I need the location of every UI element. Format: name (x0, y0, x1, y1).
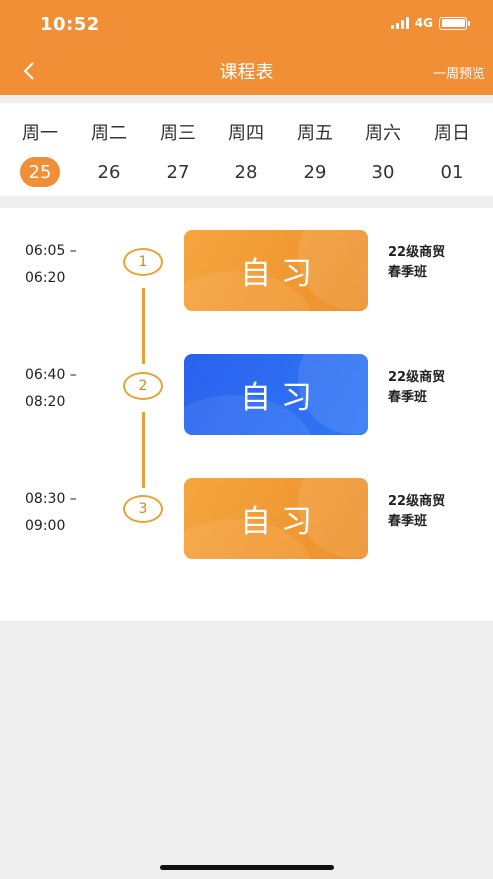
end-time: 09:00 (25, 518, 66, 534)
week-preview-link[interactable]: 一周预览 (433, 63, 485, 82)
date-label: 01 (440, 161, 464, 183)
class-name-line: 春季班 (388, 514, 428, 529)
date-label: 29 (303, 161, 327, 183)
timeline-connector (142, 412, 145, 488)
day-tab[interactable]: 周四 28 (216, 103, 276, 196)
battery-icon (439, 16, 470, 30)
date-label: 27 (166, 161, 190, 183)
weekday-label: 周四 (228, 123, 264, 144)
date-label: 26 (97, 161, 121, 183)
class-name-line: 春季班 (388, 390, 428, 405)
day-tab[interactable]: 周六 30 (353, 103, 413, 196)
status-indicators: 4G (390, 16, 470, 30)
class-name-line: 22级商贸 (388, 494, 446, 509)
signal-icon (390, 17, 409, 29)
date-label: 28 (234, 161, 258, 183)
end-time: 08:20 (25, 394, 66, 410)
class-name-line: 春季班 (388, 265, 428, 280)
weekday-label: 周三 (160, 123, 196, 144)
week-selector: 周一 25 周二 26 周三 27 周四 28 周五 29 周六 30 周日 0… (0, 103, 493, 196)
timeline-node: 3 (123, 495, 163, 523)
app-header: 10:52 4G 课程表 一周预览 (0, 0, 493, 95)
weekday-label: 周日 (434, 123, 470, 144)
schedule-list: 06:05 – 06:20 1 自习 22级商贸 春季班 06:40 – 08:… (0, 208, 493, 621)
timeline-connector (142, 288, 145, 364)
start-time: 06:05 – (25, 243, 77, 259)
date-label: 30 (371, 161, 395, 183)
page-title: 课程表 (219, 62, 274, 83)
weekday-label: 周六 (365, 123, 401, 144)
weekday-label: 周五 (297, 123, 333, 144)
class-name-line: 22级商贸 (388, 370, 446, 385)
date-label: 25 (20, 157, 60, 187)
day-tab[interactable]: 周二 26 (79, 103, 139, 196)
status-time: 10:52 (40, 14, 100, 35)
timeline-node: 2 (123, 372, 163, 400)
day-tab[interactable]: 周日 01 (422, 103, 482, 196)
day-tab[interactable]: 周一 25 (10, 103, 70, 196)
class-name: 22级商贸 春季班 (388, 492, 478, 532)
start-time: 06:40 – (25, 367, 77, 383)
class-name: 22级商贸 春季班 (388, 243, 478, 283)
weekday-label: 周一 (22, 123, 58, 144)
network-type: 4G (414, 16, 433, 30)
day-tab[interactable]: 周五 29 (285, 103, 345, 196)
day-tab[interactable]: 周三 27 (148, 103, 208, 196)
course-card[interactable]: 自习 (184, 230, 368, 311)
course-card[interactable]: 自习 (184, 354, 368, 435)
end-time: 06:20 (25, 270, 66, 286)
course-name: 自习 (240, 504, 322, 540)
course-card[interactable]: 自习 (184, 478, 368, 559)
timeline-node: 1 (123, 248, 163, 276)
class-name-line: 22级商贸 (388, 245, 446, 260)
course-name: 自习 (240, 380, 322, 416)
weekday-label: 周二 (91, 123, 127, 144)
start-time: 08:30 – (25, 491, 77, 507)
class-name: 22级商贸 春季班 (388, 368, 478, 408)
course-name: 自习 (240, 256, 322, 292)
home-indicator (160, 865, 334, 870)
